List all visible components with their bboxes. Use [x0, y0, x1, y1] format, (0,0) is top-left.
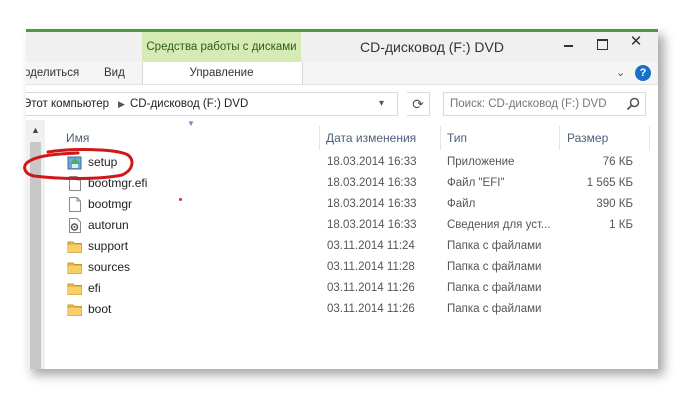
- address-row: Этот компьютер ▶ CD-дисковод (F:) DVD ▾ …: [26, 84, 658, 121]
- file-row-support[interactable]: support 03.11.2014 11:24 Папка с файлами: [45, 236, 658, 257]
- breadcrumb-cd-drive[interactable]: CD-дисковод (F:) DVD: [130, 93, 248, 115]
- file-name: sources: [88, 260, 131, 274]
- setup-app-icon: [67, 156, 82, 170]
- file-type: Файл "EFI": [447, 177, 505, 189]
- file-name: bootmgr.efi: [88, 176, 148, 190]
- file-name: support: [88, 239, 129, 253]
- help-icon[interactable]: ?: [635, 65, 651, 81]
- close-button[interactable]: ✕: [621, 32, 651, 54]
- column-header-name[interactable]: Имя: [66, 128, 89, 150]
- folder-icon: [67, 241, 82, 253]
- file-type: Папка с файлами: [447, 240, 542, 252]
- folder-icon: [67, 262, 82, 274]
- nav-pane-scrollbar-thumb[interactable]: [30, 142, 41, 369]
- address-dropdown-icon[interactable]: ▾: [379, 93, 384, 115]
- file-type: Папка с файлами: [447, 261, 542, 273]
- file-row-bootmgr[interactable]: bootmgr 18.03.2014 16:33 Файл 390 КБ: [45, 194, 658, 215]
- scroll-up-arrow-icon[interactable]: ▲: [31, 125, 40, 135]
- file-list: ▼ Имя Дата изменения Тип Размер setup 18…: [45, 119, 658, 369]
- minimize-icon: [563, 45, 573, 47]
- file-type: Приложение: [447, 156, 515, 168]
- file-date: 03.11.2014 11:24: [327, 240, 415, 252]
- column-header-size[interactable]: Размер: [567, 128, 608, 150]
- file-row-boot[interactable]: boot 03.11.2014 11:26 Папка с файлами: [45, 299, 658, 320]
- file-row-sources[interactable]: sources 03.11.2014 11:28 Папка с файлами: [45, 257, 658, 278]
- file-date: 03.11.2014 11:26: [327, 282, 415, 294]
- file-type: Файл: [447, 198, 476, 210]
- search-icon[interactable]: [626, 97, 640, 111]
- tab-share[interactable]: оделиться: [26, 62, 79, 84]
- file-size: 1 565 КБ: [586, 177, 633, 189]
- tab-manage[interactable]: Управление: [142, 62, 301, 84]
- breadcrumb-this-pc[interactable]: Этот компьютер: [26, 93, 109, 115]
- maximize-button[interactable]: [587, 32, 617, 54]
- breadcrumb-separator-icon[interactable]: ▶: [118, 93, 125, 115]
- file-type: Папка с файлами: [447, 282, 542, 294]
- file-row-autorun[interactable]: autorun 18.03.2014 16:33 Сведения для ус…: [45, 215, 658, 236]
- column-divider[interactable]: [649, 126, 650, 150]
- column-header-type[interactable]: Тип: [447, 128, 467, 150]
- file-date: 18.03.2014 16:33: [327, 156, 417, 168]
- tab-view[interactable]: Вид: [104, 62, 125, 84]
- minimize-button[interactable]: [553, 32, 583, 54]
- file-size: 390 КБ: [596, 198, 633, 210]
- column-divider[interactable]: [319, 126, 320, 150]
- file-name: efi: [88, 281, 101, 295]
- title-bar: Средства работы с дисками CD-дисковод (F…: [26, 32, 658, 62]
- file-type: Сведения для уст...: [447, 219, 551, 231]
- folder-icon: [67, 283, 82, 295]
- red-dot-annotation: [179, 198, 182, 201]
- ribbon-expand-chevron-icon[interactable]: ⌄: [616, 66, 625, 79]
- column-header-date[interactable]: Дата изменения: [326, 128, 416, 150]
- file-name: bootmgr: [88, 197, 133, 211]
- file-icon: [69, 176, 81, 191]
- file-type: Папка с файлами: [447, 303, 542, 315]
- file-name: setup: [88, 155, 118, 169]
- file-row-setup[interactable]: setup 18.03.2014 16:33 Приложение 76 КБ: [45, 152, 658, 173]
- autorun-settings-icon: [69, 218, 81, 233]
- file-name: boot: [88, 302, 112, 316]
- maximize-icon: [596, 39, 608, 50]
- file-icon: [69, 197, 81, 212]
- navigation-pane: ▲: [26, 120, 45, 369]
- file-size: 1 КБ: [609, 219, 633, 231]
- search-box: [443, 92, 646, 116]
- column-divider[interactable]: [440, 126, 441, 150]
- file-date: 18.03.2014 16:33: [327, 198, 417, 210]
- file-size: 76 КБ: [602, 156, 633, 168]
- column-divider[interactable]: [559, 126, 560, 150]
- sort-indicator-icon: ▼: [187, 119, 195, 128]
- folder-icon: [67, 304, 82, 316]
- file-name: autorun: [88, 218, 129, 232]
- file-date: 18.03.2014 16:33: [327, 177, 417, 189]
- file-row-bootmgr-efi[interactable]: bootmgr.efi 18.03.2014 16:33 Файл "EFI" …: [45, 173, 658, 194]
- file-row-efi[interactable]: efi 03.11.2014 11:26 Папка с файлами: [45, 278, 658, 299]
- address-bar[interactable]: Этот компьютер ▶ CD-дисковод (F:) DVD ▾: [26, 92, 398, 116]
- search-input[interactable]: [450, 93, 615, 115]
- ribbon-tabs: оделиться Вид Управление ⌄ ?: [26, 62, 658, 84]
- explorer-window: Средства работы с дисками CD-дисковод (F…: [26, 29, 658, 369]
- file-date: 18.03.2014 16:33: [327, 219, 417, 231]
- file-date: 03.11.2014 11:28: [327, 261, 415, 273]
- window-title: CD-дисковод (F:) DVD: [360, 39, 504, 55]
- file-date: 03.11.2014 11:26: [327, 303, 415, 315]
- refresh-button[interactable]: ⟳: [407, 92, 430, 116]
- tab-disk-tools-context[interactable]: Средства работы с дисками: [142, 32, 301, 62]
